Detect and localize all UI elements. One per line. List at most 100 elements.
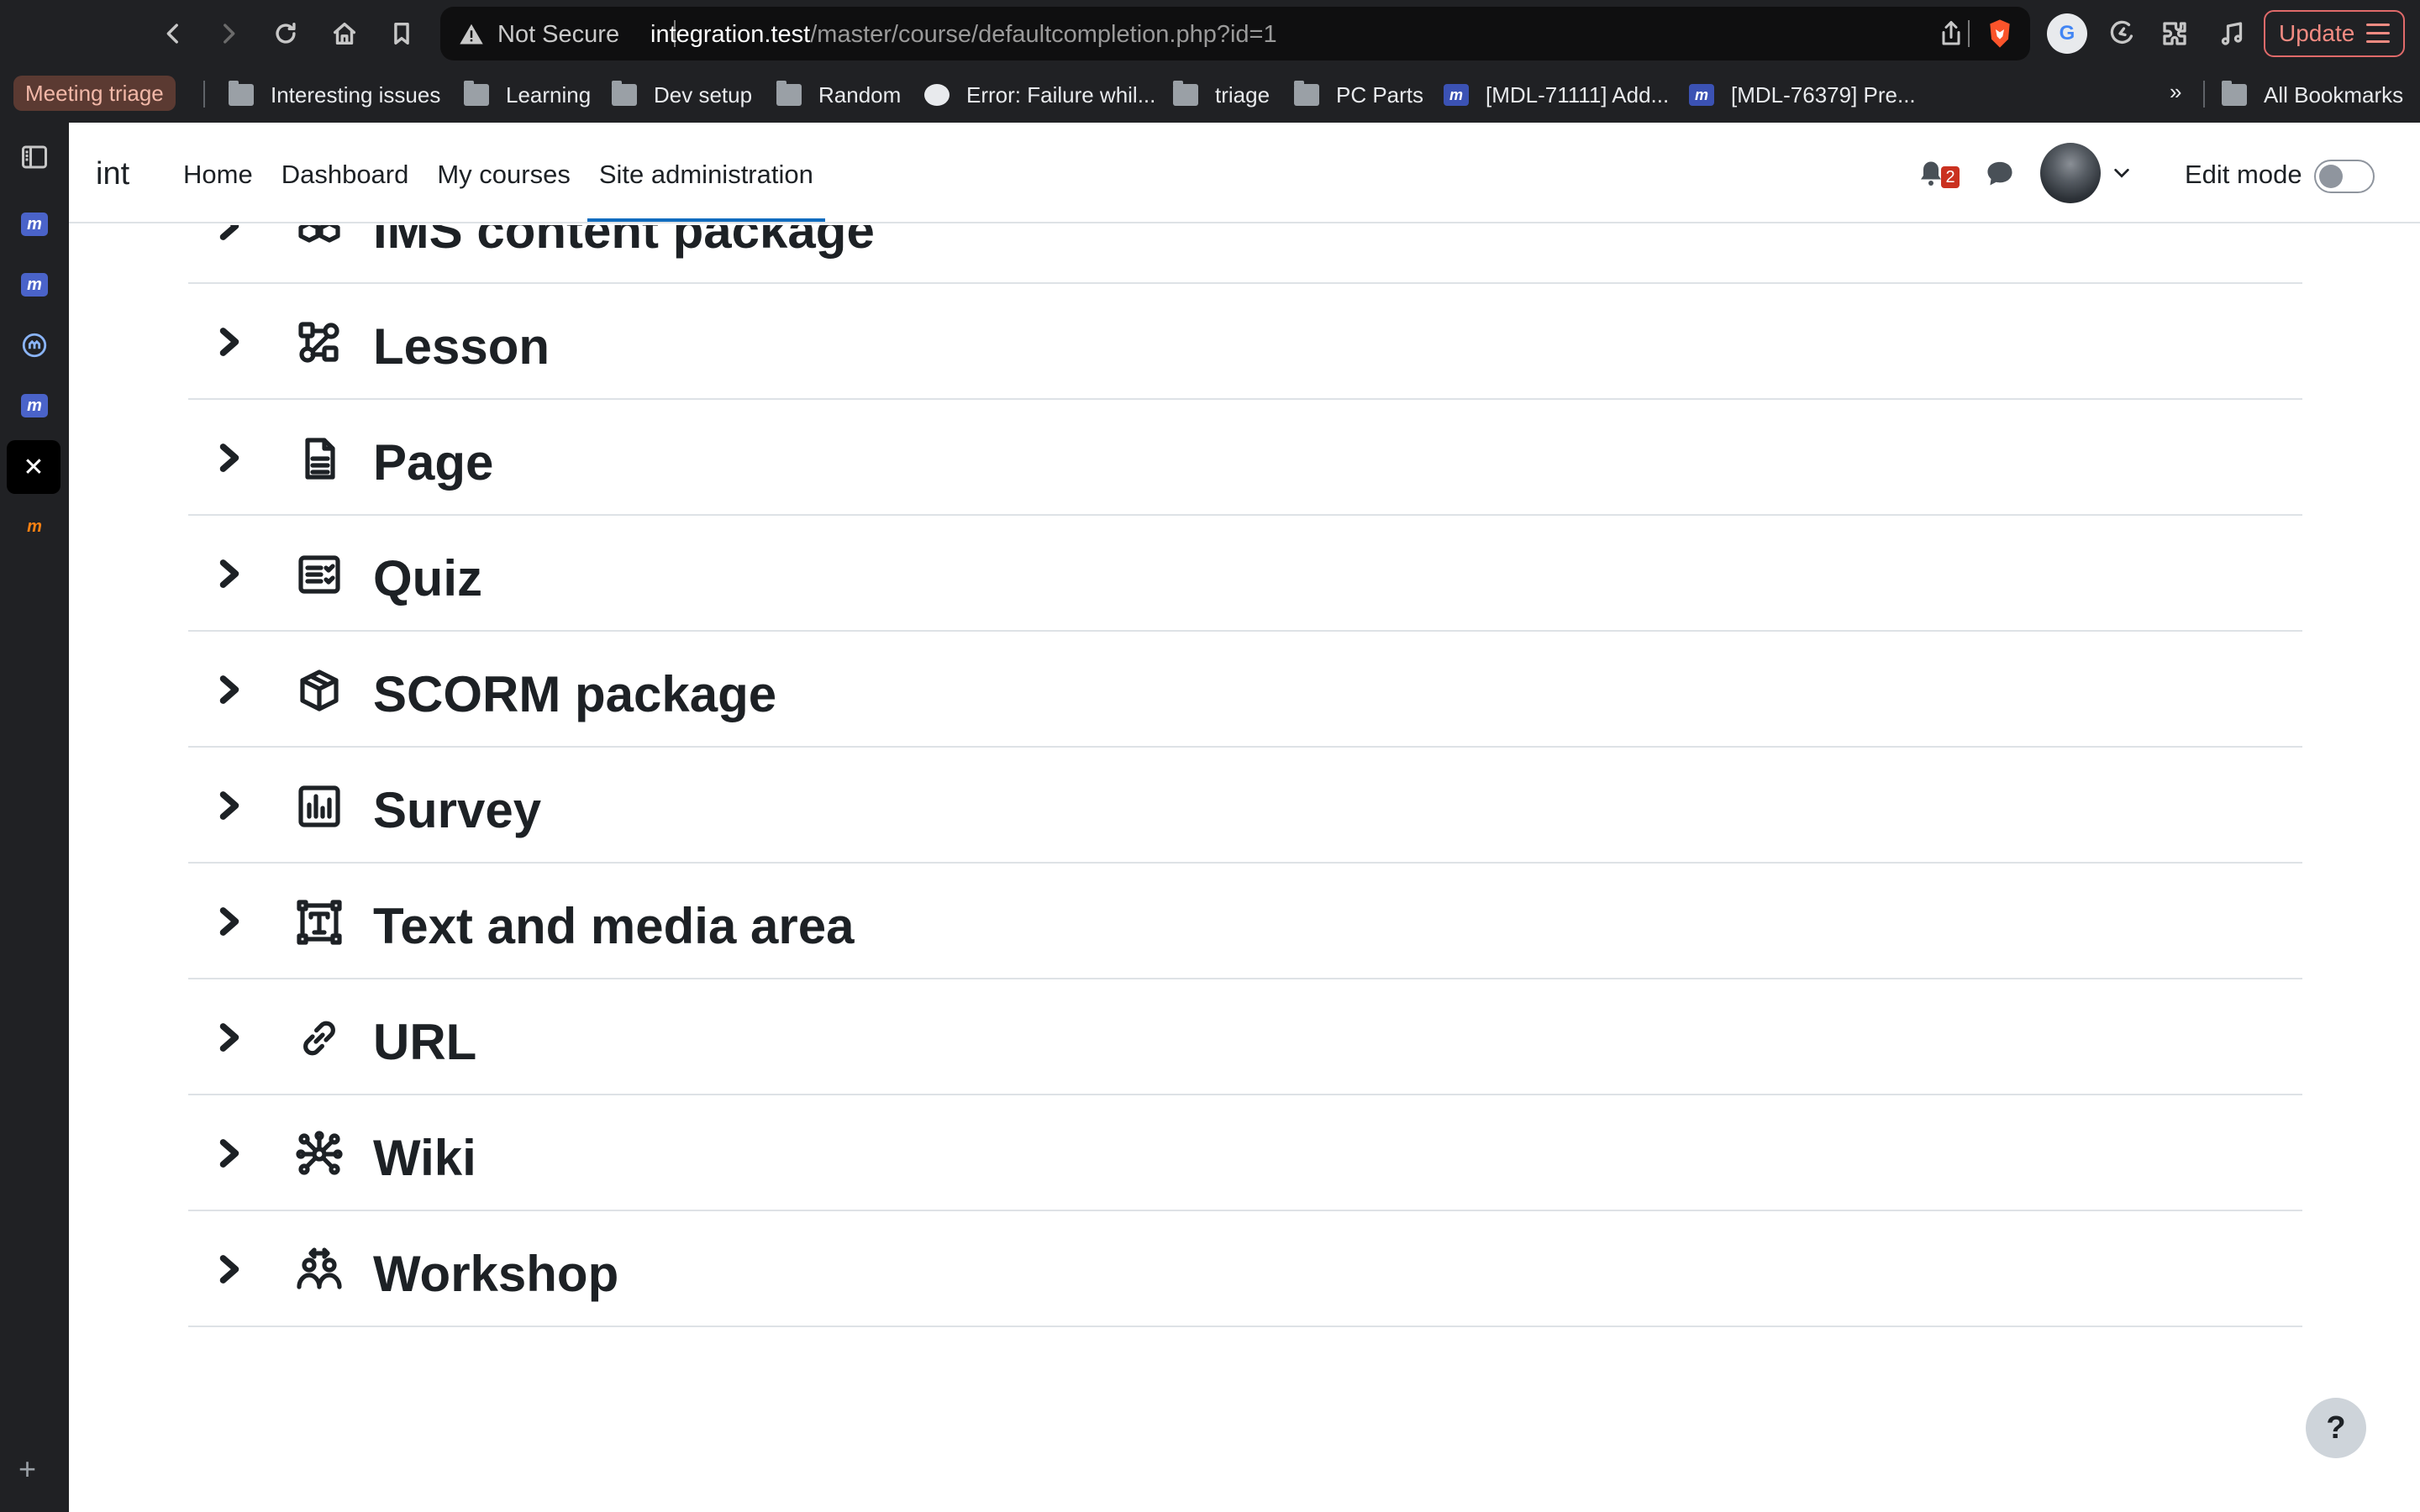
- expand-button[interactable]: [217, 225, 242, 242]
- module-title[interactable]: SCORM package: [373, 665, 776, 723]
- chevron-right-icon: [219, 1255, 239, 1284]
- chevron-right-icon: [219, 559, 239, 588]
- bookmark-button[interactable]: [381, 13, 422, 54]
- module-title[interactable]: Page: [373, 433, 493, 491]
- expand-button[interactable]: [217, 674, 242, 706]
- chevron-down-icon[interactable]: [2112, 166, 2131, 180]
- bookmark-mdl-71111[interactable]: m [MDL-71111] Add...: [1444, 79, 1669, 111]
- moodle-icon: m: [21, 273, 48, 297]
- expand-button[interactable]: [217, 1137, 242, 1169]
- expand-button[interactable]: [217, 442, 242, 474]
- messages-button[interactable]: [1985, 160, 2018, 190]
- default-completion-content: IMS content package Lesson Page Quiz SCO…: [69, 225, 2420, 1512]
- share-icon[interactable]: [1936, 18, 1966, 49]
- moodle-icon: m: [1689, 84, 1714, 106]
- module-title[interactable]: Quiz: [373, 549, 482, 607]
- url-text[interactable]: integration.test/master/course/defaultco…: [650, 21, 1277, 49]
- url-host: integration.test: [650, 21, 811, 48]
- sidebar-moodle-tab[interactable]: [17, 328, 52, 363]
- bookmark-error-failure[interactable]: Error: Failure whil...: [924, 79, 1155, 111]
- module-title[interactable]: URL: [373, 1013, 476, 1071]
- expand-button[interactable]: [217, 1253, 242, 1285]
- moodle-circle-icon: [22, 333, 47, 358]
- sidebar-moodle-tab[interactable]: m: [17, 509, 52, 544]
- module-title[interactable]: Workshop: [373, 1245, 618, 1303]
- sidebar-toggle-button[interactable]: [17, 139, 52, 175]
- update-button[interactable]: Update: [2264, 10, 2405, 57]
- sidebar-panel-icon: [22, 145, 47, 169]
- bookmark-random[interactable]: Random: [776, 79, 901, 111]
- update-label: Update: [2279, 20, 2355, 46]
- bookmark-all-bookmarks[interactable]: All Bookmarks: [2222, 79, 2403, 111]
- bookmark-pc-parts[interactable]: PC Parts: [1294, 79, 1423, 111]
- user-avatar[interactable]: [2040, 143, 2101, 203]
- edit-mode-label: Edit mode: [2185, 160, 2302, 189]
- expand-button[interactable]: [217, 326, 242, 358]
- lesson-icon: [296, 319, 343, 366]
- warning-icon: [459, 22, 484, 45]
- bookmark-group-meeting-triage[interactable]: Meeting triage: [13, 76, 176, 111]
- expand-button[interactable]: [217, 790, 242, 822]
- bookmark-mdl-76379[interactable]: m [MDL-76379] Pre...: [1689, 79, 1916, 111]
- moodle-navbar: int Home Dashboard My courses Site admin…: [69, 123, 2420, 223]
- forward-button[interactable]: [208, 13, 249, 54]
- bookmark-interesting-issues[interactable]: Interesting issues: [229, 79, 440, 111]
- bookmark-icon: [394, 22, 409, 45]
- nav-my-courses[interactable]: My courses: [437, 160, 570, 222]
- expand-button[interactable]: [217, 1021, 242, 1053]
- chevron-right-icon: [219, 1023, 239, 1052]
- quiz-icon: [296, 551, 343, 598]
- moodle-icon: m: [21, 394, 48, 417]
- notification-count-badge: 2: [1941, 166, 1960, 188]
- close-icon: ✕: [23, 453, 45, 481]
- chat-icon: [1987, 161, 2012, 186]
- reload-button[interactable]: [266, 13, 306, 54]
- chevron-right-icon: [219, 1139, 239, 1168]
- sidebar-x-tab[interactable]: ✕: [7, 440, 60, 494]
- nav-site-administration[interactable]: Site administration: [587, 160, 825, 222]
- site-brand[interactable]: int: [96, 156, 129, 192]
- nav-dashboard[interactable]: Dashboard: [281, 160, 409, 222]
- leo-icon[interactable]: [2106, 17, 2139, 50]
- bookmark-learning[interactable]: Learning: [464, 79, 591, 111]
- bookmarks-overflow-button[interactable]: »: [2170, 79, 2181, 105]
- back-button[interactable]: [153, 13, 193, 54]
- network-icon: [296, 1131, 343, 1178]
- module-title[interactable]: Survey: [373, 781, 541, 839]
- sidebar-moodle-tab[interactable]: m: [17, 388, 52, 423]
- module-title[interactable]: IMS content package: [373, 225, 875, 260]
- bookmark-triage[interactable]: triage: [1173, 79, 1270, 111]
- add-sidebar-item-button[interactable]: +: [18, 1452, 36, 1487]
- sidebar-moodle-tab[interactable]: m: [17, 207, 52, 242]
- page-icon: [296, 435, 343, 482]
- bookmark-dev-setup[interactable]: Dev setup: [612, 79, 752, 111]
- security-label[interactable]: Not Secure: [497, 21, 619, 49]
- sidebar-moodle-tab[interactable]: m: [17, 267, 52, 302]
- browser-sidebar: m m m ✕ m: [0, 123, 69, 1512]
- brave-shield-icon[interactable]: [1983, 17, 2017, 50]
- nav-home[interactable]: Home: [183, 160, 253, 222]
- media-icon[interactable]: [2215, 17, 2249, 50]
- module-row-ims-content-package: IMS content package: [188, 225, 2302, 284]
- address-bar[interactable]: Not Secure integration.test/master/cours…: [440, 7, 2030, 60]
- folder-icon: [612, 81, 637, 106]
- folder-icon: [1294, 81, 1319, 106]
- expand-button[interactable]: [217, 558, 242, 590]
- help-button[interactable]: ?: [2306, 1398, 2366, 1458]
- home-button[interactable]: [324, 13, 365, 54]
- address-divider: [1968, 20, 1970, 47]
- chevron-right-icon: [219, 791, 239, 820]
- home-icon: [333, 22, 356, 45]
- edit-mode-toggle[interactable]: [2314, 160, 2375, 193]
- github-icon: [924, 84, 950, 106]
- expand-button[interactable]: [217, 906, 242, 937]
- bookmarks-bar: Meeting triage Interesting issues Learni…: [0, 67, 2420, 123]
- folder-icon: [1173, 81, 1198, 106]
- module-title[interactable]: Lesson: [373, 318, 550, 375]
- extensions-icon[interactable]: [2158, 17, 2191, 50]
- browser-toolbar: Not Secure integration.test/master/cours…: [0, 0, 2420, 67]
- translate-icon[interactable]: G: [2047, 13, 2087, 54]
- bookmark-label: [MDL-71111] Add...: [1486, 81, 1670, 108]
- module-title[interactable]: Wiki: [373, 1129, 476, 1187]
- module-title[interactable]: Text and media area: [373, 897, 854, 955]
